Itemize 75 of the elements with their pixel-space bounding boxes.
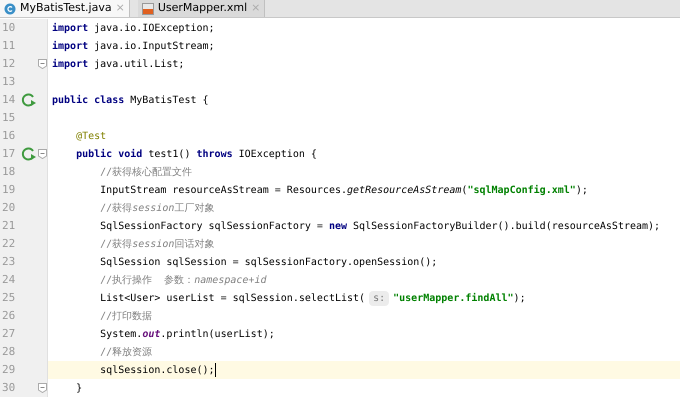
run-icon[interactable] <box>21 146 38 162</box>
comment-text: //释放资源 <box>99 346 152 360</box>
keyword-text: import <box>52 22 88 36</box>
line-number: 17 <box>1 146 16 162</box>
code-text: .println(userList); <box>160 328 275 342</box>
code-text: java.util.List; <box>93 58 184 72</box>
comment-text: session <box>132 238 174 252</box>
keyword-text: import <box>52 40 88 54</box>
run-icon[interactable] <box>21 92 38 108</box>
text-caret <box>214 363 216 377</box>
keyword-text: new <box>328 220 348 234</box>
code-text: MyBatisTest { <box>129 94 209 108</box>
code-text: } <box>75 382 82 396</box>
tab-label: MyBatisTest.java <box>20 0 112 16</box>
method-name: getResourceAsStream <box>347 184 462 198</box>
line-number: 27 <box>1 326 16 342</box>
parameter-hint: s: <box>369 290 390 306</box>
line-number: 20 <box>1 200 16 216</box>
field-name: out <box>142 328 160 342</box>
fold-icon[interactable] <box>38 383 47 393</box>
line-number: 19 <box>1 182 16 198</box>
code-text: sqlSession.close(); <box>99 364 215 378</box>
line-number: 25 <box>1 290 16 306</box>
code-text: System. <box>99 328 142 342</box>
line-number: 29 <box>1 362 16 378</box>
comment-text: //获得 <box>99 202 132 216</box>
line-number: 12 <box>1 56 16 72</box>
string-literal: "sqlMapConfig.xml" <box>467 184 576 198</box>
line-number: 16 <box>1 128 16 144</box>
fold-icon[interactable] <box>38 59 47 69</box>
line-number: 28 <box>1 344 16 360</box>
comment-text: session <box>132 202 174 216</box>
line-number: 23 <box>1 254 16 270</box>
keyword-text: throws <box>196 148 233 162</box>
line-number: 15 <box>1 110 16 126</box>
code-text: SqlSession sqlSession = sqlSessionFactory.openSession(); <box>99 256 438 270</box>
code-text: SqlSessionFactory sqlSessionFactory = <box>99 220 324 234</box>
code-text: List<User> userList = sqlSession.selectList( <box>99 292 366 306</box>
code-text: InputStream resourceAsStream = Resources. <box>99 184 348 198</box>
code-text: ); <box>576 184 588 198</box>
class-file-icon <box>4 2 16 14</box>
comment-text: //获得 <box>99 238 132 252</box>
line-number: 22 <box>1 236 16 252</box>
string-literal: "userMapper.findAll" <box>393 292 514 306</box>
line-number: 30 <box>1 380 16 396</box>
code-text: java.io.InputStream; <box>93 40 215 54</box>
comment-text: //打印数据 <box>99 310 152 324</box>
line-number: 24 <box>1 272 16 288</box>
line-number: 11 <box>1 38 16 54</box>
code-text: java.io.IOException; <box>93 22 215 36</box>
comment-text: namespace+id <box>194 274 266 288</box>
code-text: ); <box>514 292 526 306</box>
keyword-text: public void <box>75 148 142 162</box>
keyword-text: public class <box>52 94 124 108</box>
code-text: IOException { <box>238 148 317 162</box>
editor-tab[interactable]: UserMapper.xml × <box>138 0 266 17</box>
line-number: 13 <box>1 74 16 90</box>
code-text: SqlSessionFactoryBuilder().build(resourceAsStream); <box>352 220 660 234</box>
comment-text: //执行操作 参数： <box>99 274 194 288</box>
line-number: 18 <box>1 164 16 180</box>
line-number: 14 <box>1 92 16 108</box>
line-number: 26 <box>1 308 16 324</box>
comment-text: //获得核心配置文件 <box>99 166 192 180</box>
code-text: ( <box>461 184 468 198</box>
comment-text: 工厂对象 <box>174 202 214 216</box>
annotation-text: @Test <box>75 130 106 144</box>
keyword-text: import <box>52 58 88 72</box>
line-number: 21 <box>1 218 16 234</box>
fold-icon[interactable] <box>38 149 47 159</box>
xml-file-icon <box>142 2 154 14</box>
code-text: test1() <box>147 148 192 162</box>
editor-tab[interactable]: MyBatisTest.java × <box>0 0 130 17</box>
comment-text: 回话对象 <box>174 238 214 252</box>
tab-label: UserMapper.xml <box>158 0 248 16</box>
line-number: 10 <box>1 20 16 36</box>
